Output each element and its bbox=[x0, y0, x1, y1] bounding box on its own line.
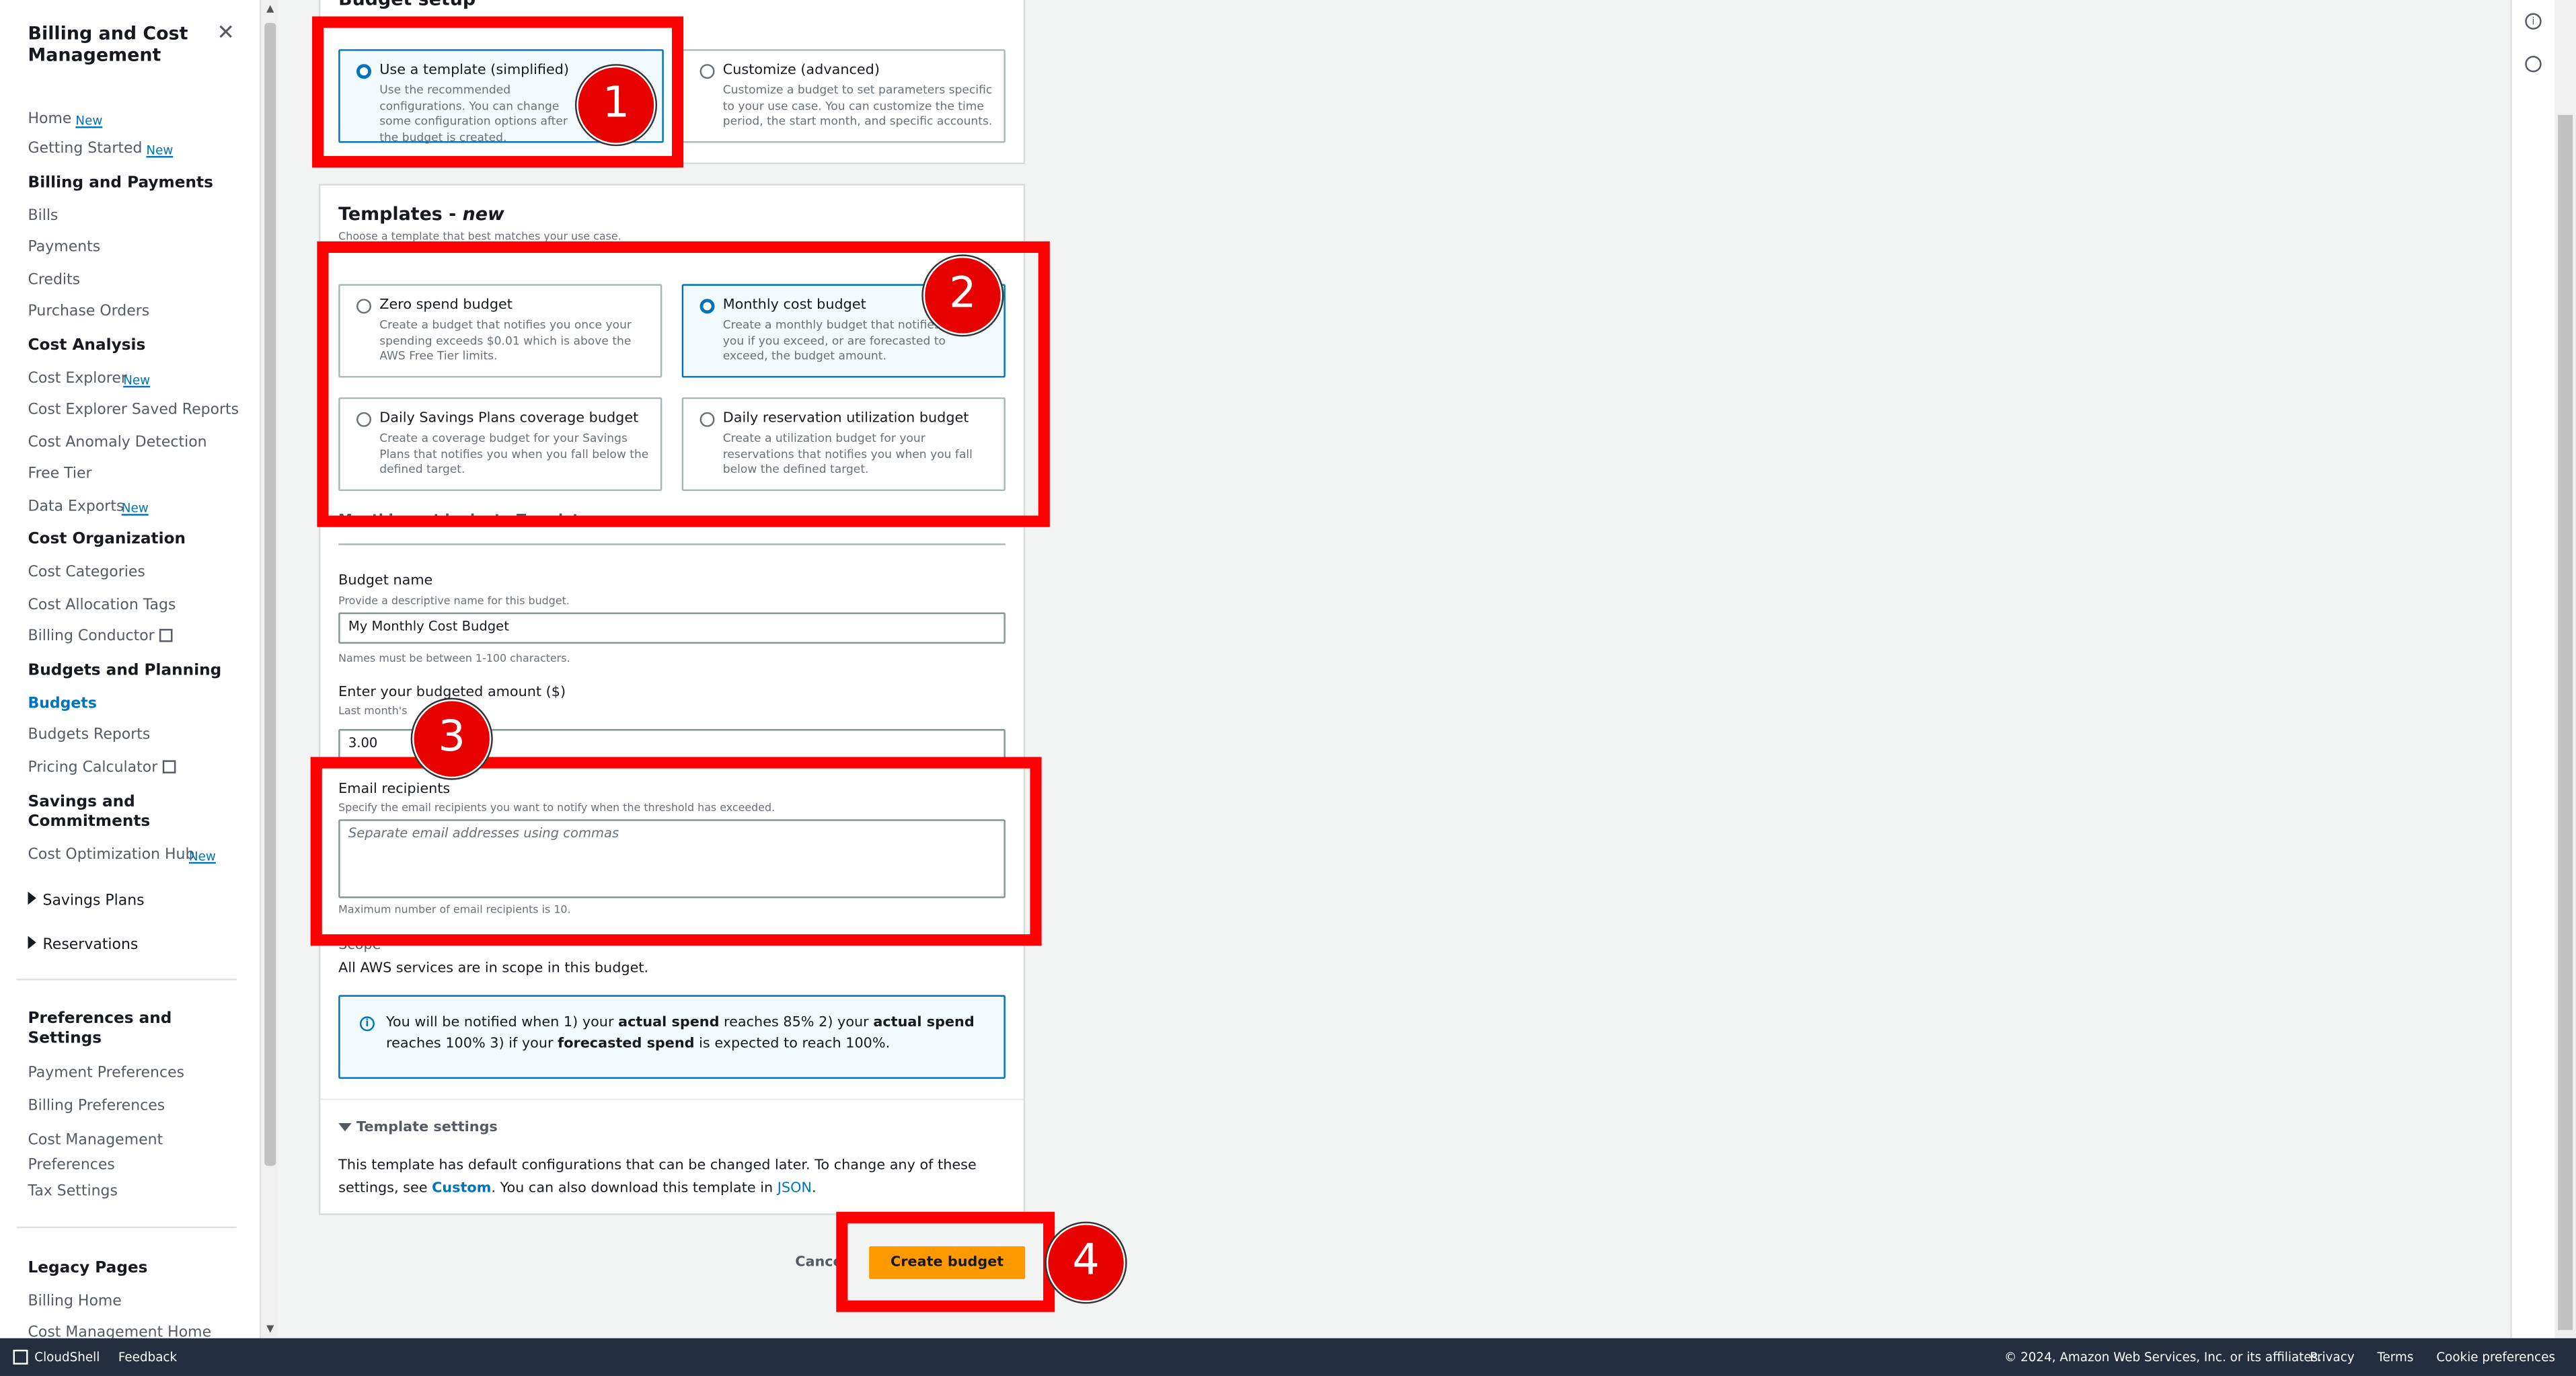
annotation-box-3 bbox=[310, 757, 1042, 946]
section-preferences-settings: Preferences and Settings bbox=[28, 1009, 172, 1048]
section-cost-analysis: Cost Analysis bbox=[28, 336, 146, 355]
info-icon: i bbox=[359, 1016, 375, 1032]
custom-link[interactable]: Custom bbox=[432, 1180, 491, 1196]
customize-title: Customize (advanced) bbox=[722, 62, 880, 79]
privacy-link[interactable]: Privacy bbox=[2310, 1350, 2354, 1365]
budget-amount-hint: Last month's bbox=[338, 704, 408, 718]
cloudshell-icon[interactable] bbox=[13, 1349, 28, 1365]
section-savings-commitments: Savings and Commitments bbox=[28, 793, 151, 831]
sidebar-item-cost-allocation-tags[interactable]: Cost Allocation Tags bbox=[28, 598, 176, 614]
sidebar-item-cost-categories[interactable]: Cost Categories bbox=[28, 565, 145, 581]
divider bbox=[338, 543, 1006, 545]
divider bbox=[16, 1226, 237, 1229]
feedback-button[interactable]: Feedback bbox=[118, 1350, 177, 1365]
new-badge[interactable]: New bbox=[146, 143, 173, 157]
section-budgets-planning: Budgets and Planning bbox=[28, 661, 222, 680]
external-link-icon bbox=[162, 760, 176, 773]
sidebar-item-reservations[interactable]: Reservations bbox=[28, 935, 138, 954]
annotation-number-2: 2 bbox=[923, 256, 1002, 336]
main-scrollbar-thumb[interactable] bbox=[2558, 114, 2573, 1330]
section-cost-organization: Cost Organization bbox=[28, 530, 186, 549]
console-footer: CloudShell Feedback © 2024, Amazon Web S… bbox=[0, 1338, 2576, 1376]
scroll-down-icon[interactable]: ▼ bbox=[263, 1322, 278, 1336]
budget-name-input[interactable]: My Monthly Cost Budget bbox=[338, 612, 1006, 644]
cookie-preferences-link[interactable]: Cookie preferences bbox=[2436, 1350, 2555, 1365]
divider bbox=[320, 1098, 1024, 1100]
sidebar-item-pricing-calculator[interactable]: Pricing Calculator bbox=[28, 760, 176, 777]
notification-text: You will be notified when 1) your actual… bbox=[386, 1014, 975, 1053]
sidebar-item-billing-conductor[interactable]: Billing Conductor bbox=[28, 629, 173, 646]
sidebar-item-cost-optimization-hub[interactable]: Cost Optimization Hub bbox=[28, 847, 195, 864]
sidebar-item-getting-started[interactable]: Getting Started bbox=[28, 141, 143, 157]
sidebar-item-budgets[interactable]: Budgets bbox=[28, 696, 97, 712]
sidebar-item-cost-anomaly-detection[interactable]: Cost Anomaly Detection bbox=[28, 435, 207, 451]
sidebar-item-budgets-reports[interactable]: Budgets Reports bbox=[28, 728, 151, 744]
scroll-up-icon[interactable]: ▲ bbox=[263, 1, 278, 16]
annotation-box-4 bbox=[836, 1211, 1055, 1312]
utility-rail: i bbox=[2510, 0, 2555, 1338]
sidebar-item-cost-explorer-saved-reports[interactable]: Cost Explorer Saved Reports bbox=[28, 402, 239, 418]
tutorial-icon[interactable] bbox=[2525, 56, 2542, 73]
customize-option[interactable]: Customize (advanced) Customize a budget … bbox=[681, 49, 1006, 143]
caret-right-icon bbox=[28, 891, 36, 905]
annotation-number-4: 4 bbox=[1046, 1223, 1126, 1303]
cloudshell-button[interactable]: CloudShell bbox=[34, 1350, 100, 1365]
sidebar-item-cost-management-preferences[interactable]: Cost Management Preferences bbox=[28, 1130, 184, 1178]
sidebar-scrollbar[interactable]: ▲ ▼ bbox=[259, 0, 278, 1338]
copyright-text: © 2024, Amazon Web Services, Inc. or its… bbox=[2004, 1349, 2322, 1365]
new-badge[interactable]: New bbox=[122, 501, 149, 516]
notification-info-box: i You will be notified when 1) your actu… bbox=[338, 995, 1006, 1079]
sidebar-item-purchase-orders[interactable]: Purchase Orders bbox=[28, 304, 150, 320]
section-billing-payments: Billing and Payments bbox=[28, 174, 213, 192]
sidebar-item-savings-plans[interactable]: Savings Plans bbox=[28, 891, 145, 910]
sidebar-item-payments[interactable]: Payments bbox=[28, 239, 101, 256]
annotation-number-3: 3 bbox=[412, 699, 492, 779]
budget-amount-label: Enter your budgeted amount ($) bbox=[338, 685, 566, 701]
template-settings-text: This template has default configurations… bbox=[338, 1157, 977, 1197]
budget-name-label: Budget name bbox=[338, 573, 433, 590]
info-panel-icon[interactable]: i bbox=[2525, 13, 2542, 30]
caret-right-icon bbox=[28, 935, 36, 950]
sidebar-item-bills[interactable]: Bills bbox=[28, 208, 59, 225]
json-link[interactable]: JSON bbox=[778, 1180, 812, 1196]
sidebar-item-billing-preferences[interactable]: Billing Preferences bbox=[28, 1098, 165, 1114]
sidebar-item-billing-home[interactable]: Billing Home bbox=[28, 1294, 122, 1310]
templates-heading: Templates - new bbox=[338, 203, 504, 225]
sidebar-item-credits[interactable]: Credits bbox=[28, 272, 81, 289]
budget-name-constraint: Names must be between 1-100 characters. bbox=[338, 652, 570, 665]
budget-name-hint: Provide a descriptive name for this budg… bbox=[338, 594, 570, 608]
sidebar-item-cost-explorer[interactable]: Cost Explorer bbox=[28, 371, 127, 387]
sidebar-item-free-tier[interactable]: Free Tier bbox=[28, 466, 92, 482]
caret-down-icon bbox=[338, 1122, 352, 1132]
new-badge[interactable]: New bbox=[75, 113, 102, 128]
scope-text: All AWS services are in scope in this bu… bbox=[338, 960, 649, 977]
close-icon[interactable]: ✕ bbox=[217, 22, 235, 46]
divider bbox=[16, 979, 237, 981]
annotation-number-1: 1 bbox=[576, 65, 656, 145]
main-scrollbar[interactable] bbox=[2554, 0, 2576, 1338]
section-legacy-pages: Legacy Pages bbox=[28, 1259, 148, 1278]
terms-link[interactable]: Terms bbox=[2377, 1350, 2413, 1365]
sidebar-item-tax-settings[interactable]: Tax Settings bbox=[28, 1184, 118, 1200]
sidebar-item-data-exports[interactable]: Data Exports bbox=[28, 499, 124, 515]
template-settings-toggle[interactable]: Template settings bbox=[338, 1120, 498, 1137]
sidebar-item-home[interactable]: Home bbox=[28, 112, 72, 128]
budget-setup-heading: Budget setup bbox=[338, 0, 476, 10]
customize-radio[interactable] bbox=[699, 64, 715, 79]
customize-description: Customize a budget to set parameters spe… bbox=[722, 83, 993, 128]
sidebar-item-payment-preferences[interactable]: Payment Preferences bbox=[28, 1066, 185, 1082]
side-navigation: Billing and Cost Management ✕ Home New G… bbox=[0, 0, 260, 1338]
new-badge[interactable]: New bbox=[123, 373, 150, 387]
external-link-icon bbox=[159, 629, 173, 642]
sidebar-item-cost-management-home[interactable]: Cost Management Home bbox=[28, 1325, 212, 1338]
new-badge[interactable]: New bbox=[189, 849, 216, 864]
sidebar-scrollbar-thumb[interactable] bbox=[264, 23, 276, 1166]
sidebar-title: Billing and Cost Management bbox=[28, 23, 188, 66]
